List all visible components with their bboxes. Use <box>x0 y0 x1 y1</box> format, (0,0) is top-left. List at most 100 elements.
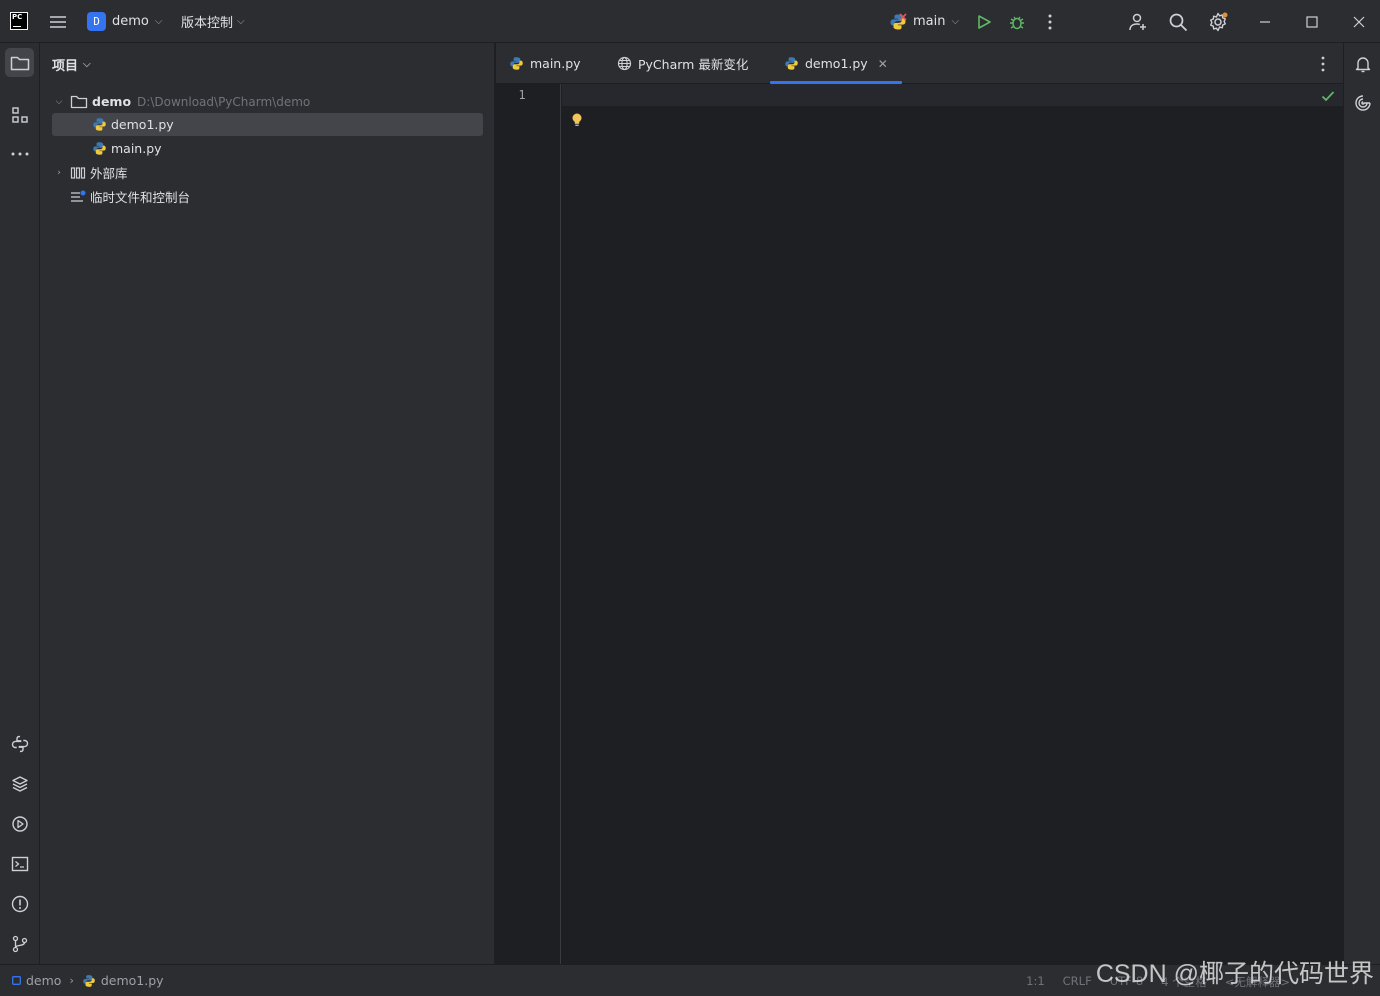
tree-node-external-libraries[interactable]: › 外部库 <box>52 161 483 184</box>
minimize-icon <box>1260 20 1270 23</box>
python-file-icon <box>785 57 798 70</box>
tree-node-file[interactable]: main.py <box>52 137 483 160</box>
python-packages-button[interactable] <box>5 769 34 798</box>
python-file-icon <box>93 118 106 131</box>
main-menu-button[interactable] <box>46 0 70 43</box>
vertical-dots-icon <box>1048 14 1052 29</box>
line-separator[interactable]: CRLF <box>1063 974 1092 990</box>
chevron-down-icon: ⌵ <box>237 16 245 27</box>
panel-title: 项目 <box>52 59 79 74</box>
app-logo-text: PC <box>12 13 23 21</box>
folder-icon <box>10 56 29 70</box>
lightbulb-icon[interactable] <box>571 112 583 128</box>
terminal-button[interactable] <box>5 849 34 878</box>
library-icon <box>70 166 86 179</box>
pycharm-logo-icon[interactable]: PC <box>10 12 28 30</box>
line-number: 1 <box>518 88 526 102</box>
vcs-label: 版本控制 <box>181 16 234 31</box>
notifications-button[interactable] <box>1348 49 1377 78</box>
project-view-selector[interactable]: 项目 ⌵ <box>52 55 91 74</box>
chevron-down-icon[interactable]: ⌵ <box>52 97 66 107</box>
bell-icon <box>1355 56 1370 72</box>
hamburger-icon <box>50 15 66 28</box>
problems-icon <box>11 895 28 912</box>
close-icon <box>1353 16 1365 27</box>
project-tool-window: 项目 ⌵ ⌵ demo D:\Download\PyCharm\demo dem… <box>40 43 495 964</box>
project-root-name: demo <box>92 94 132 109</box>
python-file-icon <box>510 57 523 70</box>
tree-node-project-root[interactable]: ⌵ demo D:\Download\PyCharm\demo <box>52 90 483 113</box>
run-config-selector[interactable]: main ⌵ <box>889 0 959 43</box>
external-libraries-label: 外部库 <box>90 166 128 181</box>
run-button[interactable] <box>974 0 994 43</box>
problems-button[interactable] <box>5 889 34 918</box>
breadcrumb-project-label: demo <box>26 973 62 988</box>
python-config-icon <box>890 12 907 29</box>
git-branch-icon <box>12 935 27 952</box>
breadcrumb-file[interactable]: demo1.py <box>82 973 164 988</box>
chevron-down-icon: ⌵ <box>83 59 91 70</box>
more-tools-button[interactable] <box>5 139 34 168</box>
run-services-icon <box>11 815 28 832</box>
add-user-icon <box>1129 13 1146 30</box>
file-name: demo1.py <box>111 117 174 132</box>
tree-node-scratches[interactable]: 临时文件和控制台 <box>52 185 483 208</box>
current-line-highlight <box>562 84 1343 106</box>
layers-icon <box>11 775 28 792</box>
watermark: CSDN @椰子的代码世界 <box>1095 960 1374 988</box>
module-icon <box>12 976 21 985</box>
checkmark-icon[interactable] <box>1321 90 1335 102</box>
caret-position[interactable]: 1:1 <box>1026 974 1045 990</box>
structure-tool-button[interactable] <box>5 100 34 129</box>
project-badge: D <box>87 12 106 31</box>
vcs-widget[interactable]: 版本控制 ⌵ <box>181 0 245 43</box>
tab-label: PyCharm 最新变化 <box>638 57 749 72</box>
close-window-button[interactable] <box>1345 0 1373 43</box>
more-actions-button[interactable] <box>1042 0 1058 43</box>
services-button[interactable] <box>5 809 34 838</box>
project-tool-button[interactable] <box>5 48 34 77</box>
file-name: main.py <box>111 141 162 156</box>
project-root-path: D:\Download\PyCharm\demo <box>137 94 311 109</box>
run-config-name: main <box>913 14 946 29</box>
chevron-down-icon: ⌵ <box>154 16 163 27</box>
search-everywhere-button[interactable] <box>1168 0 1188 43</box>
structure-icon <box>11 106 28 123</box>
project-widget[interactable]: D demo ⌵ <box>87 0 162 43</box>
breadcrumb-project[interactable]: demo <box>12 973 61 988</box>
python-console-icon <box>11 735 28 752</box>
project-name: demo <box>112 14 149 29</box>
tab-whats-new[interactable]: PyCharm 最新变化 <box>617 43 748 84</box>
globe-icon <box>617 56 632 71</box>
python-file-icon <box>93 142 106 155</box>
python-console-button[interactable] <box>5 729 34 758</box>
gear-icon <box>1210 12 1228 31</box>
code-editor[interactable] <box>562 84 1343 964</box>
maximize-icon <box>1306 15 1318 28</box>
maximize-button[interactable] <box>1298 0 1326 43</box>
editor-tabs: main.py PyCharm 最新变化 demo1.py ✕ <box>496 43 1343 84</box>
tab-main-py[interactable]: main.py <box>509 43 581 84</box>
chevron-down-icon: ⌵ <box>951 16 960 27</box>
python-file-icon <box>83 974 95 987</box>
scratches-label: 临时文件和控制台 <box>90 190 191 205</box>
chevron-right-icon[interactable]: › <box>52 168 66 178</box>
ai-assistant-button[interactable] <box>1348 88 1377 117</box>
folder-icon <box>70 95 88 108</box>
tab-label: main.py <box>530 56 581 71</box>
right-tool-strip <box>1343 43 1380 964</box>
editor-gutter[interactable]: 1 <box>496 84 561 964</box>
version-control-button[interactable] <box>5 929 34 958</box>
close-tab-icon[interactable]: ✕ <box>878 57 888 71</box>
minimize-button[interactable] <box>1251 0 1279 43</box>
code-with-me-button[interactable] <box>1128 0 1148 43</box>
vertical-dots-icon <box>1321 56 1325 72</box>
tab-actions-button[interactable] <box>1315 54 1331 74</box>
play-icon <box>978 14 991 29</box>
terminal-icon <box>11 856 28 871</box>
tree-node-file[interactable]: demo1.py <box>52 113 483 136</box>
breadcrumb-file-label: demo1.py <box>100 973 164 988</box>
debug-button[interactable] <box>1007 0 1027 43</box>
tab-demo1-py[interactable]: demo1.py ✕ <box>770 43 902 84</box>
settings-button[interactable] <box>1207 0 1229 43</box>
